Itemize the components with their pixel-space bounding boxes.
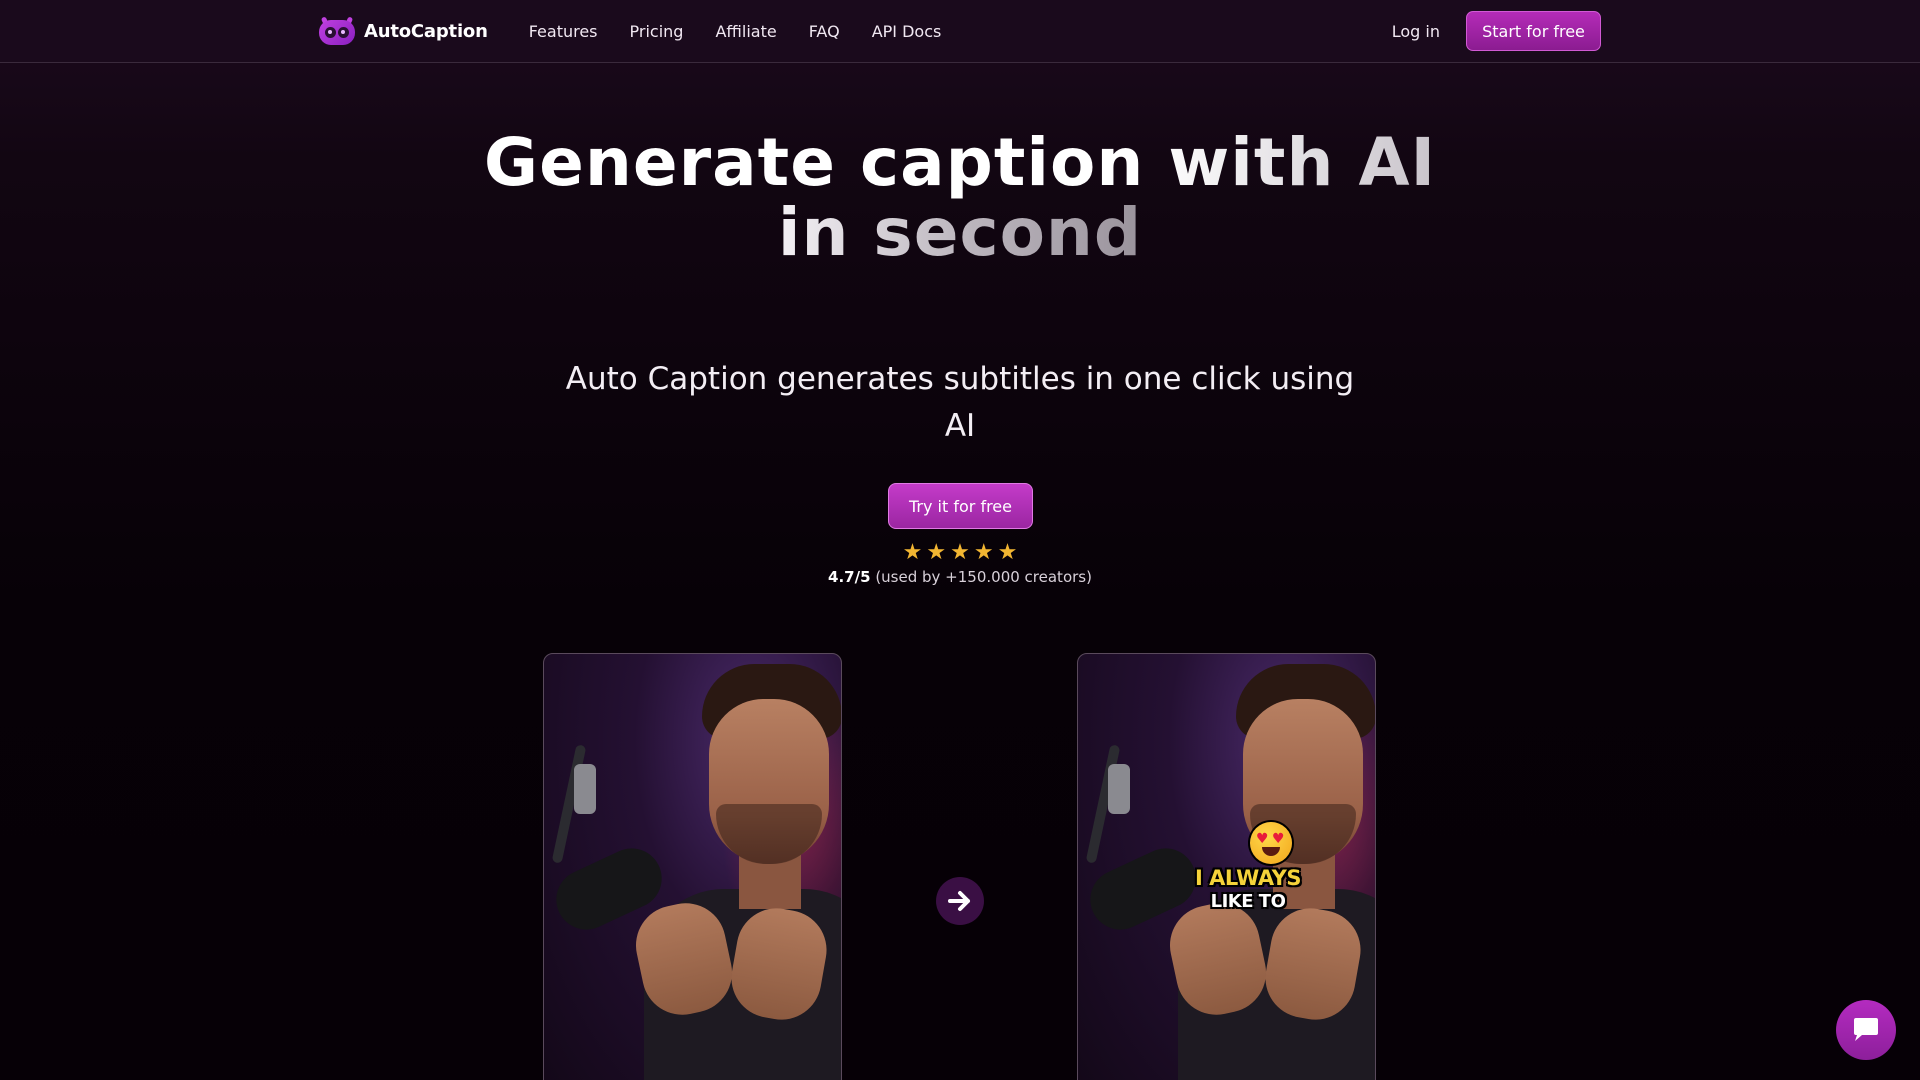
nav-container: AutoCaption Features Pricing Affiliate F… bbox=[319, 0, 1601, 62]
robot-face-icon bbox=[319, 16, 355, 45]
chat-bubble-icon[interactable] bbox=[1836, 1000, 1896, 1060]
nav-link-features[interactable]: Features bbox=[529, 22, 598, 41]
hero-title-line1: Generate caption with AI bbox=[483, 124, 1437, 201]
rating-score: 4.7/5 bbox=[828, 568, 871, 586]
nav-links: Features Pricing Affiliate FAQ API Docs bbox=[529, 22, 974, 41]
rating-stars: ★ ★ ★ ★ ★ bbox=[895, 540, 1025, 566]
caption-line2: LIKE TO bbox=[1210, 891, 1286, 912]
nav-link-pricing[interactable]: Pricing bbox=[630, 22, 684, 41]
video-before bbox=[543, 653, 842, 1080]
rating-usage: (used by +150.000 creators) bbox=[875, 568, 1092, 586]
rating-text: 4.7/5 (used by +150.000 creators) bbox=[760, 568, 1160, 586]
login-link[interactable]: Log in bbox=[1392, 22, 1440, 41]
star-icon: ★ bbox=[997, 540, 1018, 565]
star-icon: ★ bbox=[973, 540, 994, 565]
top-navigation: AutoCaption Features Pricing Affiliate F… bbox=[0, 0, 1920, 63]
arrow-right-icon bbox=[936, 877, 984, 925]
nav-actions: Log in Start for free bbox=[1392, 11, 1601, 51]
caption-line1: I ALWAYS bbox=[1195, 866, 1301, 890]
try-it-for-free-button[interactable]: Try it for free bbox=[888, 483, 1033, 529]
nav-link-affiliate[interactable]: Affiliate bbox=[715, 22, 776, 41]
star-icon: ★ bbox=[902, 540, 923, 565]
nav-link-api-docs[interactable]: API Docs bbox=[872, 22, 942, 41]
nav-link-faq[interactable]: FAQ bbox=[809, 22, 840, 41]
star-icon: ★ bbox=[950, 540, 970, 565]
brand-link[interactable]: AutoCaption bbox=[319, 16, 488, 45]
hero-title: Generate caption with AI in second bbox=[460, 128, 1460, 268]
start-for-free-button[interactable]: Start for free bbox=[1466, 11, 1601, 51]
hero-title-line2: in second bbox=[777, 194, 1143, 271]
video-after: ♥ ♥ I ALWAYS LIKE TO bbox=[1077, 653, 1376, 1080]
hero-subtitle: Auto Caption generates subtitles in one … bbox=[565, 361, 1355, 444]
heart-eyes-emoji-icon: ♥ ♥ bbox=[1250, 822, 1292, 864]
star-icon: ★ bbox=[926, 540, 947, 565]
brand-name: AutoCaption bbox=[364, 20, 488, 42]
